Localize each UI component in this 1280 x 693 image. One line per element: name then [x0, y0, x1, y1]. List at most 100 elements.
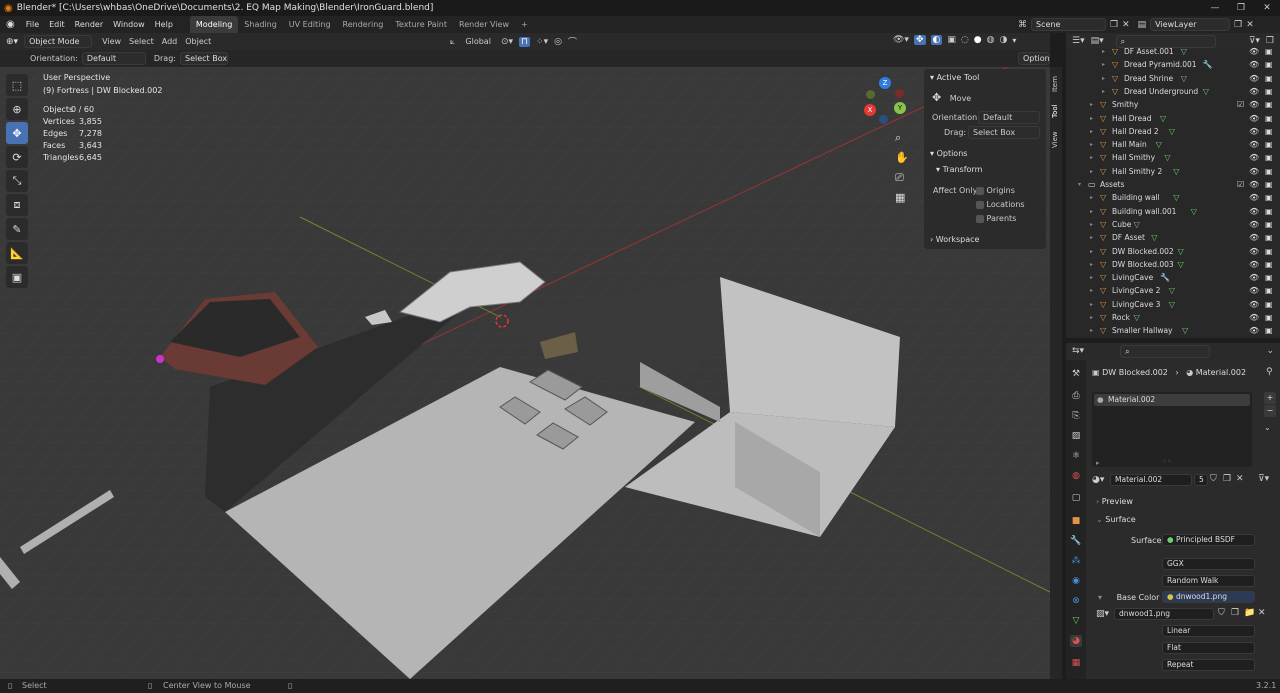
outliner-row[interactable]: ▸ ▽ Hall Dread 2 ▽ 👁 ▣	[1066, 125, 1280, 138]
extension-dropdown[interactable]: Repeat	[1162, 659, 1255, 671]
user-count-field[interactable]: 5	[1194, 474, 1208, 486]
collection-tab-icon[interactable]: ▢	[1070, 492, 1082, 504]
material-slot-row[interactable]: ● Material.002	[1094, 394, 1250, 406]
visibility-eye-icon[interactable]: 👁	[1249, 311, 1259, 324]
measure-tool-icon[interactable]: 📐	[6, 242, 28, 264]
slot-specials-icon[interactable]: ⌄	[1264, 423, 1271, 432]
outliner-row[interactable]: ▸ ▽ Hall Smithy 2 ▽ 👁 ▣	[1066, 165, 1280, 178]
texture-tab-icon[interactable]: ▦	[1070, 657, 1082, 669]
drag-field[interactable]: Select Box	[968, 126, 1040, 139]
tab-rendering[interactable]: Rendering	[337, 16, 390, 33]
browse-material-icon[interactable]: ◕▾	[1092, 475, 1104, 485]
menu-edit[interactable]: Edit	[44, 16, 70, 33]
properties-editor-icon[interactable]: ⇆▾	[1072, 346, 1084, 356]
unlink-material-icon[interactable]: ✕	[1236, 474, 1244, 484]
visibility-eye-icon[interactable]: 👁	[1249, 98, 1259, 111]
material-slot-list[interactable]: ● Material.002 ⁘⁘	[1092, 392, 1252, 467]
render-camera-icon[interactable]: ▣	[1265, 258, 1273, 271]
gizmo-neg-y[interactable]	[866, 90, 875, 99]
visibility-eye-icon[interactable]: 👁	[1249, 178, 1259, 191]
expand-arrow-icon[interactable]: ▸	[1090, 218, 1093, 231]
rotate-tool-icon[interactable]: ⟳	[6, 146, 28, 168]
orientation-field[interactable]: Default	[978, 111, 1040, 124]
expand-arrow-icon[interactable]: ▸	[1102, 58, 1105, 71]
delete-scene-icon[interactable]: ✕	[1122, 20, 1130, 30]
tab-texture-paint[interactable]: Texture Paint	[389, 16, 453, 33]
outliner-row[interactable]: ▾ ▭ Assets ☑ 👁 ▣	[1066, 178, 1280, 191]
overlay-toggle-icon[interactable]: ◐	[930, 35, 943, 45]
move-tool-icon[interactable]: ✥	[6, 122, 28, 144]
new-scene-icon[interactable]: ❐	[1110, 20, 1118, 30]
outliner-row[interactable]: ▸ ▽ Rock ▽ 👁 ▣	[1066, 311, 1280, 324]
shading-options-icon[interactable]: ▾	[1012, 36, 1016, 45]
data-tab-icon[interactable]: ▽	[1070, 615, 1082, 627]
mode-dropdown[interactable]: Object Mode	[24, 35, 93, 48]
render-camera-icon[interactable]: ▣	[1265, 178, 1273, 191]
expand-arrow-icon[interactable]: ▸	[1102, 85, 1105, 98]
visibility-eye-icon[interactable]: 👁	[1249, 245, 1259, 258]
transform-orientation-dropdown[interactable]: Global	[461, 37, 495, 46]
outliner-row[interactable]: ▸ ▽ Dread Underground ▽ 👁 ▣	[1066, 85, 1280, 98]
outliner-row[interactable]: ▸ ▽ Smaller Hallway ▽ 👁 ▣	[1066, 324, 1280, 337]
camera-view-icon[interactable]: ⎚	[895, 171, 904, 185]
image-browse-icon[interactable]: ▨▾	[1096, 609, 1109, 619]
render-camera-icon[interactable]: ▣	[1265, 112, 1273, 125]
scale-tool-icon[interactable]: ⤡	[6, 170, 28, 192]
outliner-row[interactable]: ▸ ▽ Cube ▽ 👁 ▣	[1066, 218, 1280, 231]
expand-arrow-icon[interactable]: ▸	[1102, 72, 1105, 85]
scene-tab-icon[interactable]: ⚛	[1070, 450, 1082, 462]
tab-modeling[interactable]: Modeling	[189, 16, 239, 33]
render-camera-icon[interactable]: ▣	[1265, 205, 1273, 218]
add-slot-icon[interactable]: +	[1264, 392, 1276, 404]
image-duplicate-icon[interactable]: ❐	[1231, 608, 1239, 618]
render-camera-icon[interactable]: ▣	[1265, 271, 1273, 284]
menu-render[interactable]: Render	[70, 16, 108, 33]
render-camera-icon[interactable]: ▣	[1265, 298, 1273, 311]
outliner-row[interactable]: ▸ ▽ Building wall.001 ▽ 👁 ▣	[1066, 205, 1280, 218]
tool-properties-tab-icon[interactable]: ⚒	[1070, 368, 1082, 380]
render-camera-icon[interactable]: ▣	[1265, 165, 1273, 178]
render-camera-icon[interactable]: ▣	[1265, 58, 1273, 71]
cursor-tool-icon[interactable]: ⊕	[6, 98, 28, 120]
properties-search-input[interactable]: ⌕	[1120, 344, 1211, 358]
falloff-icon[interactable]: ⌒	[568, 35, 577, 48]
gizmo-neg-z[interactable]	[879, 115, 888, 124]
visibility-eye-icon[interactable]: 👁	[1249, 112, 1259, 125]
snap-target-icon[interactable]: ⁘▾	[536, 37, 548, 47]
pin-icon[interactable]: ⚲	[1266, 367, 1273, 377]
world-tab-icon[interactable]: ◍	[1070, 470, 1082, 482]
render-camera-icon[interactable]: ▣	[1265, 324, 1273, 337]
shading-solid-icon[interactable]: ●	[974, 35, 982, 45]
tab-render-view[interactable]: Render View	[453, 16, 515, 33]
object-tab-icon[interactable]: ■	[1070, 515, 1082, 527]
interpolation-dropdown[interactable]: Linear	[1162, 625, 1255, 637]
modifier-tab-icon[interactable]: 🔧	[1070, 535, 1082, 547]
outliner-row[interactable]: ▸ ▽ DW Blocked.002 ▽ 👁 ▣	[1066, 245, 1280, 258]
outliner-row[interactable]: ▸ ▽ Hall Dread ▽ 👁 ▣	[1066, 112, 1280, 125]
expand-arrow-icon[interactable]: ▸	[1090, 191, 1093, 204]
shading-rendered-icon[interactable]: ◑	[999, 35, 1007, 45]
base-color-field[interactable]: ● dnwood1.png	[1162, 591, 1255, 603]
origins-checkbox[interactable]: Origins	[976, 186, 1015, 195]
expand-arrow-icon[interactable]: ▸	[1090, 324, 1093, 337]
render-camera-icon[interactable]: ▣	[1265, 151, 1273, 164]
subsurface-method-dropdown[interactable]: Random Walk	[1162, 575, 1255, 587]
gizmo-x-axis[interactable]: X	[864, 104, 876, 116]
drag-dropdown[interactable]: Select Box	[179, 52, 228, 65]
outliner-row[interactable]: ▸ ▽ Hall Main ▽ 👁 ▣	[1066, 138, 1280, 151]
base-color-collapse-icon[interactable]: ▾	[1098, 593, 1102, 602]
outliner-row[interactable]: ▸ ▽ Dread Pyramid.001 🔧 👁 ▣	[1066, 58, 1280, 71]
menu-help[interactable]: Help	[150, 16, 178, 33]
expand-arrow-icon[interactable]: ▸	[1090, 138, 1093, 151]
outliner-row[interactable]: ▸ ▽ LivingCave 🔧 👁 ▣	[1066, 271, 1280, 284]
menu-object[interactable]: Object	[181, 37, 215, 46]
maximize-button[interactable]: ❐	[1228, 0, 1254, 16]
preview-panel-header[interactable]: › Preview	[1096, 497, 1133, 506]
minimize-button[interactable]: —	[1202, 0, 1228, 16]
gizmo-neg-x[interactable]	[895, 89, 904, 98]
expand-arrow-icon[interactable]: ▸	[1090, 258, 1093, 271]
outliner-row[interactable]: ▸ ▽ Smithy ☑ 👁 ▣	[1066, 98, 1280, 111]
render-camera-icon[interactable]: ▣	[1265, 45, 1273, 58]
outliner-row[interactable]: ▸ ▽ DW Blocked.003 ▽ 👁 ▣	[1066, 258, 1280, 271]
parents-checkbox[interactable]: Parents	[976, 214, 1016, 223]
